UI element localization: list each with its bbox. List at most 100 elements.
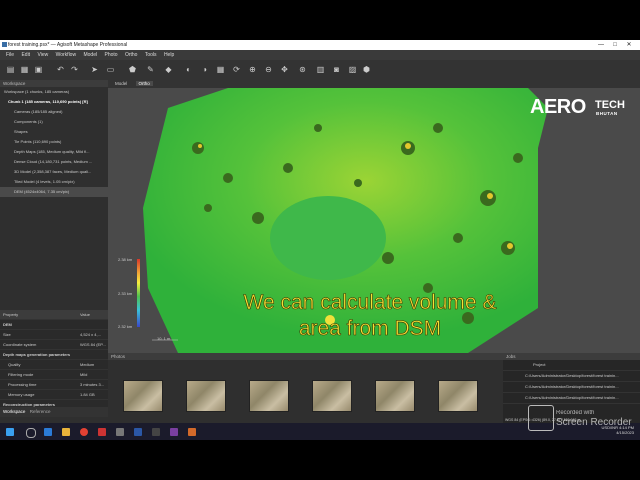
- navigation-cursor-icon[interactable]: ➤: [90, 65, 99, 74]
- prop-col-value: Value: [80, 312, 90, 317]
- menu-model[interactable]: Model: [83, 50, 97, 60]
- photo-thumbnail[interactable]: [123, 380, 163, 412]
- menu-help[interactable]: Help: [164, 50, 174, 60]
- prop-key: Filtering mode: [8, 372, 34, 377]
- bottom-tabs: Workspace Reference: [0, 407, 108, 417]
- legend-min: 2.32 km: [118, 324, 133, 329]
- photos-panel: Photos: [108, 353, 503, 430]
- menu-bar: File Edit View Workflow Model Photo Orth…: [0, 50, 640, 60]
- app-icon[interactable]: [152, 428, 160, 436]
- prop-col-property: Property: [3, 312, 19, 317]
- shape-tool-icon[interactable]: ⬟: [128, 65, 137, 74]
- app-icon[interactable]: [188, 428, 196, 436]
- grid-icon[interactable]: ▦: [216, 65, 225, 74]
- prop-value: Medium: [80, 362, 95, 367]
- prop-value: 4,524 x 4,...: [80, 332, 101, 337]
- scale-label: 10. 1 m: [157, 336, 171, 341]
- jobs-col-project: Project: [503, 360, 640, 371]
- redo-icon[interactable]: ↷: [70, 65, 79, 74]
- edge-icon[interactable]: [44, 428, 52, 436]
- tree-3d-model[interactable]: 3D Model (2,358,387 faces, Medium quali.…: [0, 167, 108, 177]
- tree-components[interactable]: Components (1): [0, 117, 108, 127]
- menu-tools[interactable]: Tools: [145, 50, 157, 60]
- toolbar: ▤ ▦ ▣ ↶ ↷ ➤ ▭ ⬟ ✎ ◆ ◐ ◑ ▦ ⟳ ⊕ ⊖ ✥ ⊛ ▥ ◙ …: [0, 60, 640, 80]
- workspace-header: Workspace: [0, 80, 108, 87]
- photo-thumbnail[interactable]: [375, 380, 415, 412]
- photos-header: Photos: [108, 353, 503, 360]
- start-icon[interactable]: [6, 428, 14, 436]
- aerotech-logo: AERO TECH BHUTAN: [530, 96, 625, 118]
- camera-icon[interactable]: ◙: [332, 65, 341, 74]
- zoom-in-icon[interactable]: ⊕: [248, 65, 257, 74]
- maximize-button[interactable]: □: [608, 40, 622, 50]
- tree-chunk[interactable]: Chunk 1 (185 cameras, 110,690 points) [R…: [0, 97, 108, 107]
- metashape-app-icon: [2, 42, 7, 47]
- prop-key: Memory usage: [8, 392, 35, 397]
- title-bar: forest training.psx* — Agisoft Metashape…: [0, 40, 640, 50]
- image-icon[interactable]: ▨: [348, 65, 357, 74]
- prop-key: Processing time: [8, 382, 37, 387]
- legend-max: 2.38 km: [118, 257, 133, 262]
- move-icon[interactable]: ✥: [280, 65, 289, 74]
- workspace-root[interactable]: Workspace (1 chunks, 185 cameras): [0, 87, 108, 97]
- app-icon[interactable]: [116, 428, 124, 436]
- prop-value: WGS 84 (EP...: [80, 342, 106, 347]
- undo-icon[interactable]: ↶: [56, 65, 65, 74]
- brush-icon[interactable]: ◆: [164, 65, 173, 74]
- new-project-icon[interactable]: ▤: [6, 65, 15, 74]
- tree-cameras[interactable]: Cameras (185/185 aligned): [0, 107, 108, 117]
- app-icon[interactable]: [98, 428, 106, 436]
- layers-icon[interactable]: ▥: [316, 65, 325, 74]
- app-icon[interactable]: [170, 428, 178, 436]
- tree-dem[interactable]: DEM (4524x4064, 7.35 cm/pix): [0, 187, 108, 197]
- prop-section-dem: DEM: [3, 322, 12, 327]
- tab-ortho[interactable]: Ortho: [135, 81, 153, 86]
- clearing-area: [270, 196, 386, 280]
- menu-ortho[interactable]: Ortho: [125, 50, 138, 60]
- tree-dense-cloud[interactable]: Dense Cloud (14,180,731 points, Medium .…: [0, 157, 108, 167]
- menu-workflow[interactable]: Workflow: [56, 50, 76, 60]
- menu-photo[interactable]: Photo: [104, 50, 117, 60]
- prop-key: Quality: [8, 362, 21, 367]
- photo-thumbnail[interactable]: [249, 380, 289, 412]
- photo-thumbnail[interactable]: [312, 380, 352, 412]
- job-row[interactable]: C:/Users/Administrator/Desktop/forest/fo…: [503, 371, 640, 382]
- tab-workspace[interactable]: Workspace: [3, 409, 25, 414]
- prop-key: Coordinate system: [3, 342, 37, 347]
- app-window: forest training.psx* — Agisoft Metashape…: [0, 40, 640, 440]
- photo-thumbnail[interactable]: [186, 380, 226, 412]
- view-tabs: Model Ortho: [108, 80, 640, 88]
- zoom-out-icon[interactable]: ⊖: [264, 65, 273, 74]
- tab-model[interactable]: Model: [112, 81, 130, 86]
- chrome-icon[interactable]: [80, 428, 88, 436]
- search-icon[interactable]: [26, 428, 36, 438]
- properties-panel: Property Value DEM Size 4,524 x 4,... Coo…: [0, 310, 108, 410]
- save-icon[interactable]: ▣: [34, 65, 43, 74]
- tree-tie-points[interactable]: Tie Points (110,690 points): [0, 137, 108, 147]
- photo-thumbnail[interactable]: [438, 380, 478, 412]
- menu-view[interactable]: View: [37, 50, 48, 60]
- orbit-icon[interactable]: ⊛: [298, 65, 307, 74]
- tree-depth-maps[interactable]: Depth Maps (185, Medium quality, Mild fi…: [0, 147, 108, 157]
- contrast-icon[interactable]: ◑: [200, 65, 209, 74]
- tree-tiled-model[interactable]: Tiled Model (4 levels, 1.05 cm/pix): [0, 177, 108, 187]
- job-row[interactable]: C:/Users/Administrator/Desktop/forest/fo…: [503, 393, 640, 404]
- menu-file[interactable]: File: [6, 50, 14, 60]
- file-explorer-icon[interactable]: [62, 428, 70, 436]
- tab-reference[interactable]: Reference: [30, 409, 51, 414]
- minimize-button[interactable]: —: [594, 40, 608, 50]
- rectangle-select-icon[interactable]: ▭: [106, 65, 115, 74]
- tray-date[interactable]: 4/15/2023: [616, 430, 634, 435]
- color-icon[interactable]: ◐: [184, 65, 193, 74]
- rotate-icon[interactable]: ⟳: [232, 65, 241, 74]
- draw-tool-icon[interactable]: ✎: [146, 65, 155, 74]
- menu-edit[interactable]: Edit: [21, 50, 30, 60]
- tree-shapes[interactable]: Shapes: [0, 127, 108, 137]
- prop-section-depth: Depth maps generation parameters: [3, 352, 71, 357]
- word-icon[interactable]: [134, 428, 142, 436]
- job-row[interactable]: C:/Users/Administrator/Desktop/forest/fo…: [503, 382, 640, 393]
- close-button[interactable]: ✕: [622, 40, 636, 50]
- shield-icon[interactable]: ⬢: [362, 65, 371, 74]
- open-icon[interactable]: ▦: [20, 65, 29, 74]
- recorder-watermark-icon: [528, 405, 554, 431]
